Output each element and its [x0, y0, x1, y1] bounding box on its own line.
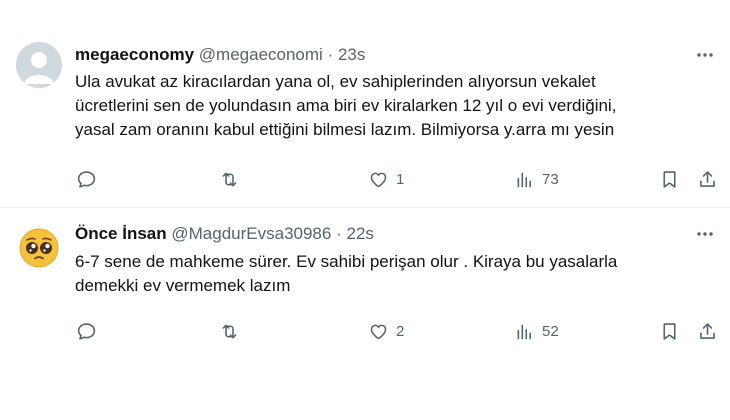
more-options-button[interactable]: [694, 223, 716, 245]
analytics-icon: [517, 324, 531, 339]
tweet[interactable]: megaeconomy @megaeconomi · 23s Ula avuka…: [0, 0, 730, 208]
like-count: 1: [396, 170, 405, 188]
heart-icon: [370, 172, 387, 187]
tweet-text-line: demekki ev vermemek lazım: [75, 276, 291, 295]
user-handle[interactable]: @MagdurEvsa30986: [171, 224, 331, 243]
user-handle[interactable]: @megaeconomi: [199, 45, 323, 64]
bookmark-button[interactable]: [659, 167, 680, 191]
retweet-button[interactable]: [219, 167, 247, 191]
timestamp[interactable]: 23s: [338, 45, 365, 64]
reply-icon: [77, 170, 96, 188]
share-button[interactable]: [697, 319, 718, 343]
avatar[interactable]: [16, 42, 62, 88]
share-button[interactable]: [697, 167, 718, 191]
tweet-text: 6-7 sene de mahkeme sürer. Ev sahibi per…: [75, 250, 715, 298]
separator-dot: ·: [327, 45, 334, 64]
action-bar: 2 52: [0, 319, 730, 343]
tweet-text-line: yasal zam oranını kabul ettiğini bilmesi…: [75, 120, 615, 139]
views-button[interactable]: 73: [514, 167, 559, 191]
like-button[interactable]: 1: [368, 167, 404, 191]
tweet-header: Önce İnsan @MagdurEvsa30986 · 22s: [75, 223, 374, 245]
more-icon: [697, 53, 713, 57]
reply-button[interactable]: [76, 319, 104, 343]
separator-dot: ·: [336, 224, 342, 243]
action-bar: 1 73: [0, 167, 730, 191]
retweet-icon: [222, 172, 237, 186]
more-options-button[interactable]: [694, 44, 716, 66]
tweet-text-line: 6-7 sene de mahkeme sürer. Ev sahibi per…: [75, 252, 618, 271]
retweet-button[interactable]: [219, 319, 247, 343]
view-count: 73: [542, 170, 559, 188]
avatar[interactable]: [16, 225, 62, 271]
tweet-text-line: ücretlerini sen de yolundasın ama biri e…: [75, 96, 617, 115]
more-icon: [697, 232, 713, 236]
reply-button[interactable]: [76, 167, 104, 191]
analytics-icon: [517, 172, 531, 187]
display-name[interactable]: megaeconomy: [75, 45, 194, 64]
heart-icon: [370, 324, 387, 339]
default-person-icon: [16, 42, 62, 88]
bookmark-button[interactable]: [659, 319, 680, 343]
retweet-icon: [222, 324, 237, 338]
display-name[interactable]: Önce İnsan: [75, 224, 167, 243]
share-icon: [700, 170, 715, 187]
timestamp[interactable]: 22s: [346, 224, 373, 243]
like-button[interactable]: 2: [368, 319, 404, 343]
tweet-text-line: Ula avukat az kiracılardan yana ol, ev s…: [75, 72, 596, 91]
bookmark-icon: [663, 322, 676, 340]
bookmark-icon: [663, 170, 676, 188]
tweet-header: megaeconomy @megaeconomi · 23s: [75, 44, 365, 66]
tweet[interactable]: Önce İnsan @MagdurEvsa30986 · 22s 6-7 se…: [0, 209, 730, 420]
share-icon: [700, 322, 715, 339]
tweet-text: Ula avukat az kiracılardan yana ol, ev s…: [75, 70, 715, 142]
pleading-face-emoji-icon: [19, 228, 59, 268]
view-count: 52: [542, 322, 559, 340]
views-button[interactable]: 52: [514, 319, 559, 343]
reply-icon: [77, 322, 96, 340]
like-count: 2: [396, 322, 405, 340]
